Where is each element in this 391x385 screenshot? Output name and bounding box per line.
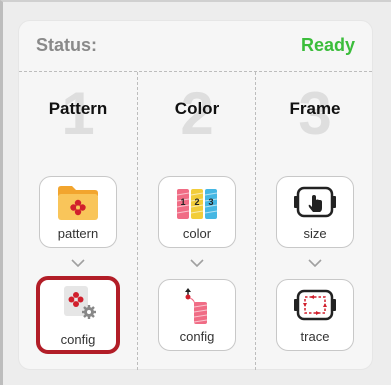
pattern-config-button[interactable]: config [36,276,120,354]
color-config-button[interactable]: config [158,279,236,351]
chevron-down-icon [138,254,256,272]
hoop-trace-icon [293,286,337,329]
column-frame: 3 Frame size trace [255,72,374,370]
hoop-size-icon [293,183,337,226]
size-button-label: size [303,226,327,241]
spool-number: 2 [194,197,199,207]
workflow-panel: Status: Ready 1 Pattern pattern config 2… [18,20,373,370]
color-config-label: config [179,329,215,344]
column-heading-frame: Frame [289,99,341,118]
color-config-icon [177,286,217,331]
pattern-button[interactable]: pattern [39,176,117,248]
spool-number: 1 [180,197,185,207]
trace-button-label: trace [300,329,330,344]
status-bar: Status: Ready [19,21,372,72]
pattern-config-icon [56,283,100,328]
column-pattern: 1 Pattern pattern config [19,72,137,370]
pattern-config-label: config [60,332,96,347]
pattern-folder-icon [56,183,100,226]
status-label: Status: [36,35,98,55]
pattern-button-label: pattern [57,226,99,241]
size-button[interactable]: size [276,176,354,248]
thread-spools-icon: 1 2 3 [174,183,220,228]
chevron-down-icon [19,254,137,272]
color-button[interactable]: 1 2 3 color [158,176,236,248]
status-value: Ready [300,35,355,55]
trace-button[interactable]: trace [276,279,354,351]
spool-number: 3 [208,197,213,207]
column-heading-pattern: Pattern [48,99,108,118]
column-heading-color: Color [174,99,220,118]
column-color: 2 Color 1 2 3 color config [137,72,256,370]
chevron-down-icon [256,254,374,272]
color-button-label: color [182,226,212,241]
